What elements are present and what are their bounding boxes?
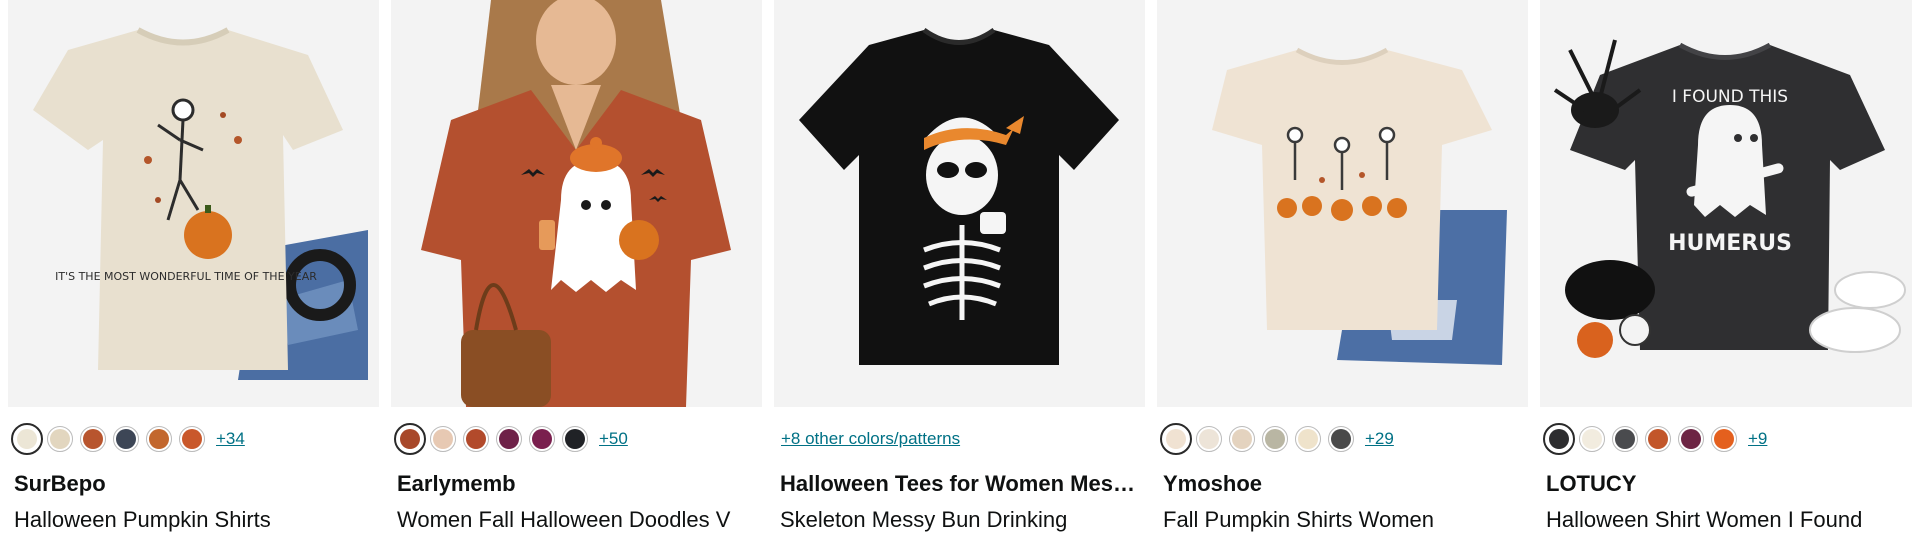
color-swatch[interactable] <box>529 426 555 452</box>
color-swatches: +9 <box>1540 421 1912 457</box>
color-swatch[interactable] <box>1579 426 1605 452</box>
product-photo: IT'S THE MOST WONDERFUL TIME OF THE YEAR <box>8 0 379 407</box>
color-swatch[interactable] <box>1160 423 1192 455</box>
product-card[interactable]: +50 Earlymemb Women Fall Halloween Doodl… <box>391 0 762 539</box>
product-card[interactable]: +8 other colors/patterns Halloween Tees … <box>774 0 1145 539</box>
color-swatch[interactable] <box>1229 426 1255 452</box>
product-brand: Halloween Tees for Women Messy Bun <box>780 471 1145 496</box>
product-card[interactable]: +29 Ymoshoe Fall Pumpkin Shirts Women <box>1157 0 1528 539</box>
product-image[interactable] <box>391 0 762 407</box>
product-brand: SurBepo <box>14 471 106 496</box>
shirt-print-text: IT'S THE MOST WONDERFUL TIME OF THE YEAR <box>55 270 317 283</box>
color-swatches: +29 <box>1157 421 1528 457</box>
more-colors-link[interactable]: +34 <box>216 429 245 449</box>
color-swatch[interactable] <box>394 423 426 455</box>
color-swatch[interactable] <box>1612 426 1638 452</box>
color-swatch[interactable] <box>1645 426 1671 452</box>
product-brand: Ymoshoe <box>1163 471 1263 496</box>
color-swatch[interactable] <box>1295 426 1321 452</box>
product-image[interactable]: IT'S THE MOST WONDERFUL TIME OF THE YEAR <box>8 0 379 407</box>
product-card[interactable]: IT'S THE MOST WONDERFUL TIME OF THE YEAR… <box>8 0 379 539</box>
color-swatch[interactable] <box>496 426 522 452</box>
shirt-print-text: I FOUND THIS <box>1672 87 1788 107</box>
color-swatch[interactable] <box>463 426 489 452</box>
color-swatch[interactable] <box>11 423 43 455</box>
more-colors-link[interactable]: +29 <box>1365 429 1394 449</box>
color-swatch[interactable] <box>1196 426 1222 452</box>
product-title[interactable]: Halloween Pumpkin Shirts <box>8 507 379 533</box>
more-colors-link[interactable]: +9 <box>1748 429 1767 449</box>
color-swatch[interactable] <box>1543 423 1575 455</box>
product-title[interactable]: Skeleton Messy Bun Drinking <box>774 507 1145 533</box>
color-swatch[interactable] <box>562 426 588 452</box>
product-title[interactable]: Fall Pumpkin Shirts Women <box>1157 507 1528 533</box>
product-title[interactable]: Halloween Shirt Women I Found <box>1540 507 1912 533</box>
product-photo: I FOUND THIS HUMERUS <box>1540 0 1912 407</box>
product-brand: LOTUCY <box>1546 471 1637 496</box>
color-swatch[interactable] <box>1711 426 1737 452</box>
color-swatch[interactable] <box>80 426 106 452</box>
product-image[interactable] <box>1157 0 1528 407</box>
more-colors-link[interactable]: +50 <box>599 429 628 449</box>
color-swatch[interactable] <box>1678 426 1704 452</box>
shirt-print-text: HUMERUS <box>1668 231 1792 256</box>
product-title[interactable]: Women Fall Halloween Doodles V <box>391 507 762 533</box>
product-image[interactable]: I FOUND THIS HUMERUS <box>1540 0 1912 407</box>
product-photo <box>774 0 1145 407</box>
color-swatch[interactable] <box>1328 426 1354 452</box>
color-swatches: +34 <box>8 421 379 457</box>
product-photo <box>391 0 762 407</box>
color-swatches: +50 <box>391 421 762 457</box>
product-grid: IT'S THE MOST WONDERFUL TIME OF THE YEAR… <box>0 0 1920 539</box>
color-swatch[interactable] <box>1262 426 1288 452</box>
product-image[interactable] <box>774 0 1145 407</box>
color-swatch[interactable] <box>146 426 172 452</box>
color-swatch[interactable] <box>113 426 139 452</box>
color-swatches: +8 other colors/patterns <box>774 421 1145 457</box>
other-colors-link[interactable]: +8 other colors/patterns <box>780 429 960 449</box>
product-photo <box>1157 0 1528 407</box>
color-swatch[interactable] <box>179 426 205 452</box>
color-swatch[interactable] <box>47 426 73 452</box>
color-swatch[interactable] <box>430 426 456 452</box>
product-brand: Earlymemb <box>397 471 516 496</box>
product-card[interactable]: I FOUND THIS HUMERUS +9 LOTUCY Halloween… <box>1540 0 1912 539</box>
